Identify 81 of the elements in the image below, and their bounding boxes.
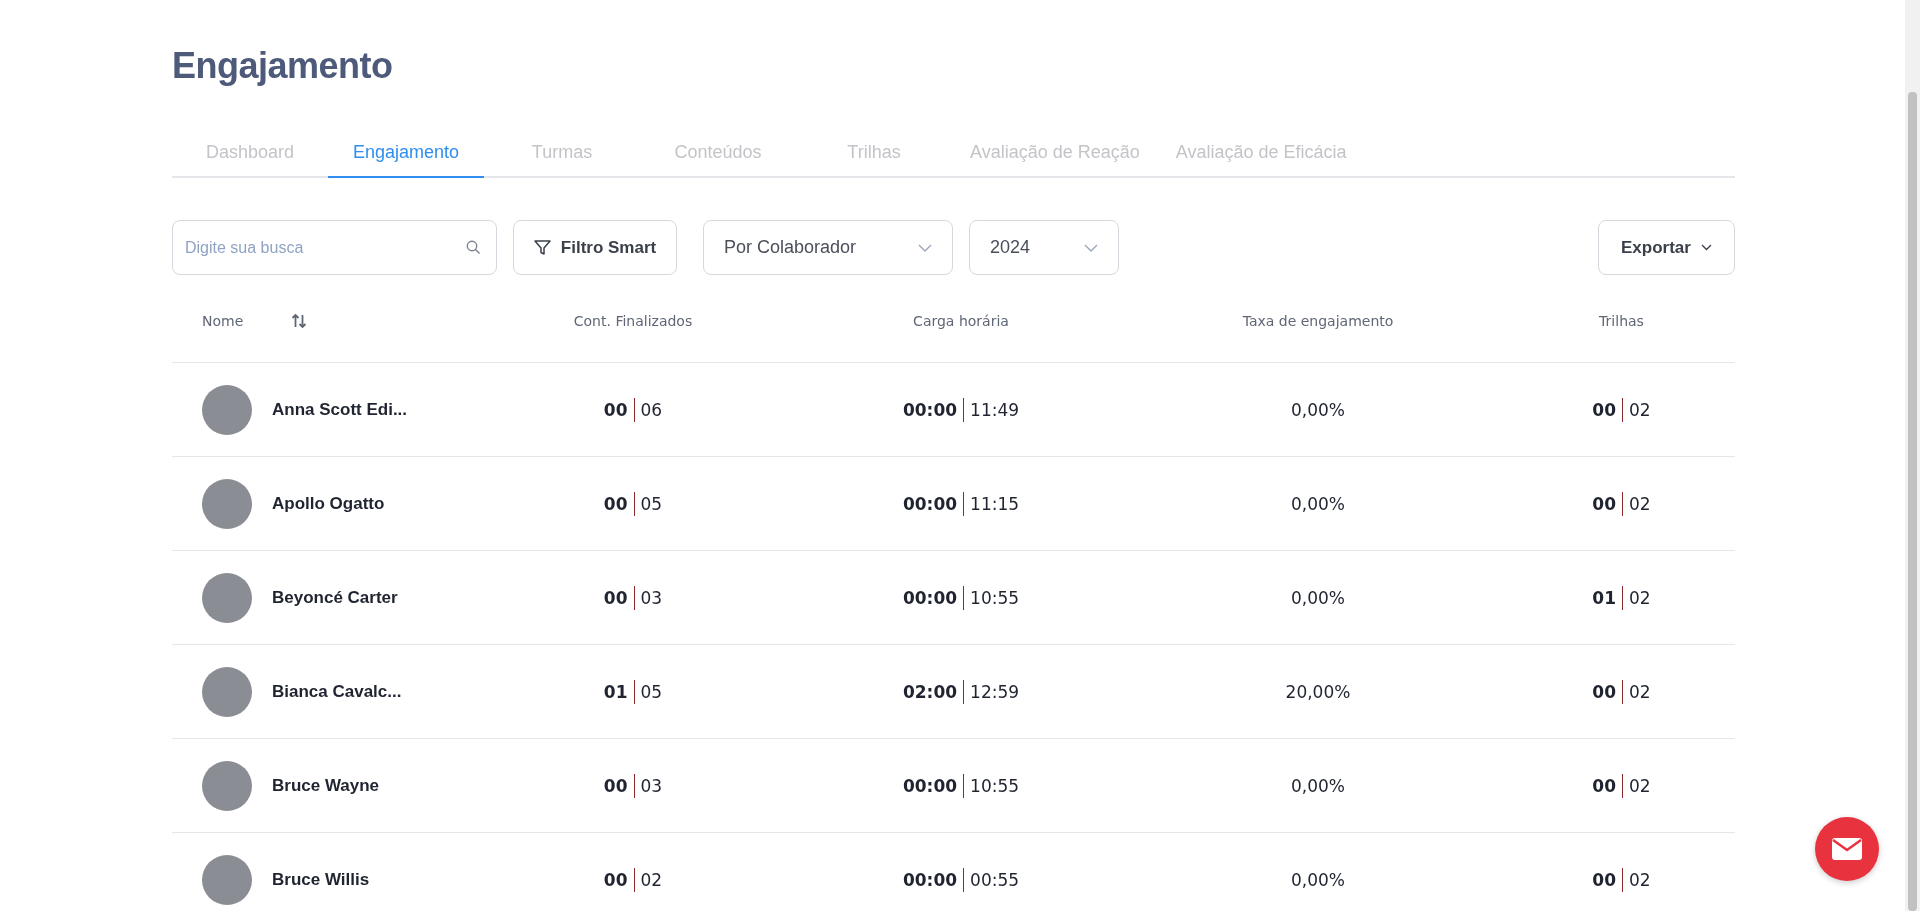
engagement-rate: 0,00% (1291, 399, 1345, 420)
engagement-rate: 20,00% (1285, 681, 1351, 702)
contents-done: 01 (603, 681, 628, 702)
hours-done: 00:00 (902, 493, 958, 514)
contents-total: 05 (640, 681, 663, 702)
tab[interactable]: Avaliação de Eficácia (1157, 128, 1365, 178)
engagement-rate: 0,00% (1291, 493, 1345, 514)
hours-total: 12:59 (970, 681, 1020, 702)
user-name: Anna Scott Edi... (272, 399, 408, 420)
year-select[interactable]: 2024 (969, 220, 1119, 275)
tracks-total: 02 (1629, 775, 1651, 796)
tab[interactable]: Dashboard (172, 128, 328, 178)
hours-total: 11:49 (970, 399, 1020, 420)
search-field[interactable]: Digite sua busca (172, 220, 497, 275)
hours-total: 10:55 (970, 587, 1020, 608)
avatar-placeholder (202, 572, 252, 623)
contents-total: 02 (640, 869, 663, 890)
tab[interactable]: Turmas (484, 128, 640, 178)
tracks-total: 02 (1629, 681, 1651, 702)
hours-total: 10:55 (970, 775, 1020, 796)
hours-done: 00:00 (902, 869, 958, 890)
contents-done: 00 (603, 399, 628, 420)
page-title: Engajamento (172, 44, 394, 88)
tracks-done: 00 (1592, 775, 1616, 796)
hours-done: 02:00 (902, 681, 958, 702)
contents-total: 03 (640, 587, 663, 608)
hours-done: 00:00 (902, 775, 958, 796)
hours-total: 11:15 (970, 493, 1020, 514)
avatar-placeholder (202, 854, 252, 905)
hours-done: 00:00 (902, 587, 958, 608)
tracks-done: 00 (1592, 493, 1616, 514)
column-header: Cont. Finalizados (573, 313, 693, 329)
tracks-total: 02 (1629, 587, 1651, 608)
tab[interactable]: Avaliação de Reação (952, 128, 1158, 178)
tab[interactable]: Conteúdos (640, 128, 796, 178)
tracks-done: 00 (1592, 681, 1616, 702)
scrollbar[interactable] (1905, 0, 1920, 911)
engagement-rate: 0,00% (1291, 869, 1345, 890)
chevron-down-icon (918, 243, 932, 252)
contents-total: 03 (640, 775, 663, 796)
column-header: Nome (202, 313, 244, 329)
tab[interactable]: Engajamento (328, 128, 484, 178)
user-name: Beyoncé Carter (272, 587, 398, 608)
chevron-down-icon (1084, 243, 1098, 252)
filter-button[interactable]: Filtro Smart (513, 220, 677, 275)
column-header: Trilhas (1599, 313, 1644, 329)
contents-done: 00 (603, 869, 628, 890)
export-button[interactable]: Exportar (1598, 220, 1735, 275)
group-select[interactable]: Por Colaborador (703, 220, 953, 275)
column-header: Taxa de engajamento (1242, 313, 1394, 329)
filter-icon (533, 239, 551, 256)
avatar-placeholder (202, 666, 252, 717)
tracks-total: 02 (1629, 493, 1651, 514)
chevron-down-icon (1700, 244, 1712, 251)
tracks-done: 01 (1592, 587, 1616, 608)
tracks-done: 00 (1592, 869, 1616, 890)
user-name: Bianca Cavalc... (272, 681, 402, 702)
avatar-placeholder (202, 384, 252, 435)
avatar-placeholder (202, 760, 252, 811)
contents-done: 00 (603, 775, 628, 796)
hours-done: 00:00 (902, 399, 958, 420)
contents-done: 00 (603, 493, 628, 514)
engagement-rate: 0,00% (1291, 587, 1345, 608)
engagement-rate: 0,00% (1291, 775, 1345, 796)
user-name: Bruce Willis (272, 869, 370, 890)
sort-icon[interactable] (291, 313, 308, 329)
envelope-icon (1832, 838, 1862, 860)
contents-done: 00 (603, 587, 628, 608)
mail-button[interactable] (1815, 817, 1879, 881)
user-name: Bruce Wayne (272, 775, 380, 796)
contents-total: 06 (640, 399, 663, 420)
avatar-placeholder (202, 478, 252, 529)
tracks-done: 00 (1592, 399, 1616, 420)
contents-total: 05 (640, 493, 663, 514)
tracks-total: 02 (1629, 399, 1651, 420)
column-header: Carga horária (913, 313, 1009, 329)
user-name: Apollo Ogatto (272, 493, 385, 514)
tab[interactable]: Trilhas (796, 128, 952, 178)
tracks-total: 02 (1629, 869, 1651, 890)
search-icon (466, 240, 481, 255)
hours-total: 00:55 (970, 869, 1020, 890)
